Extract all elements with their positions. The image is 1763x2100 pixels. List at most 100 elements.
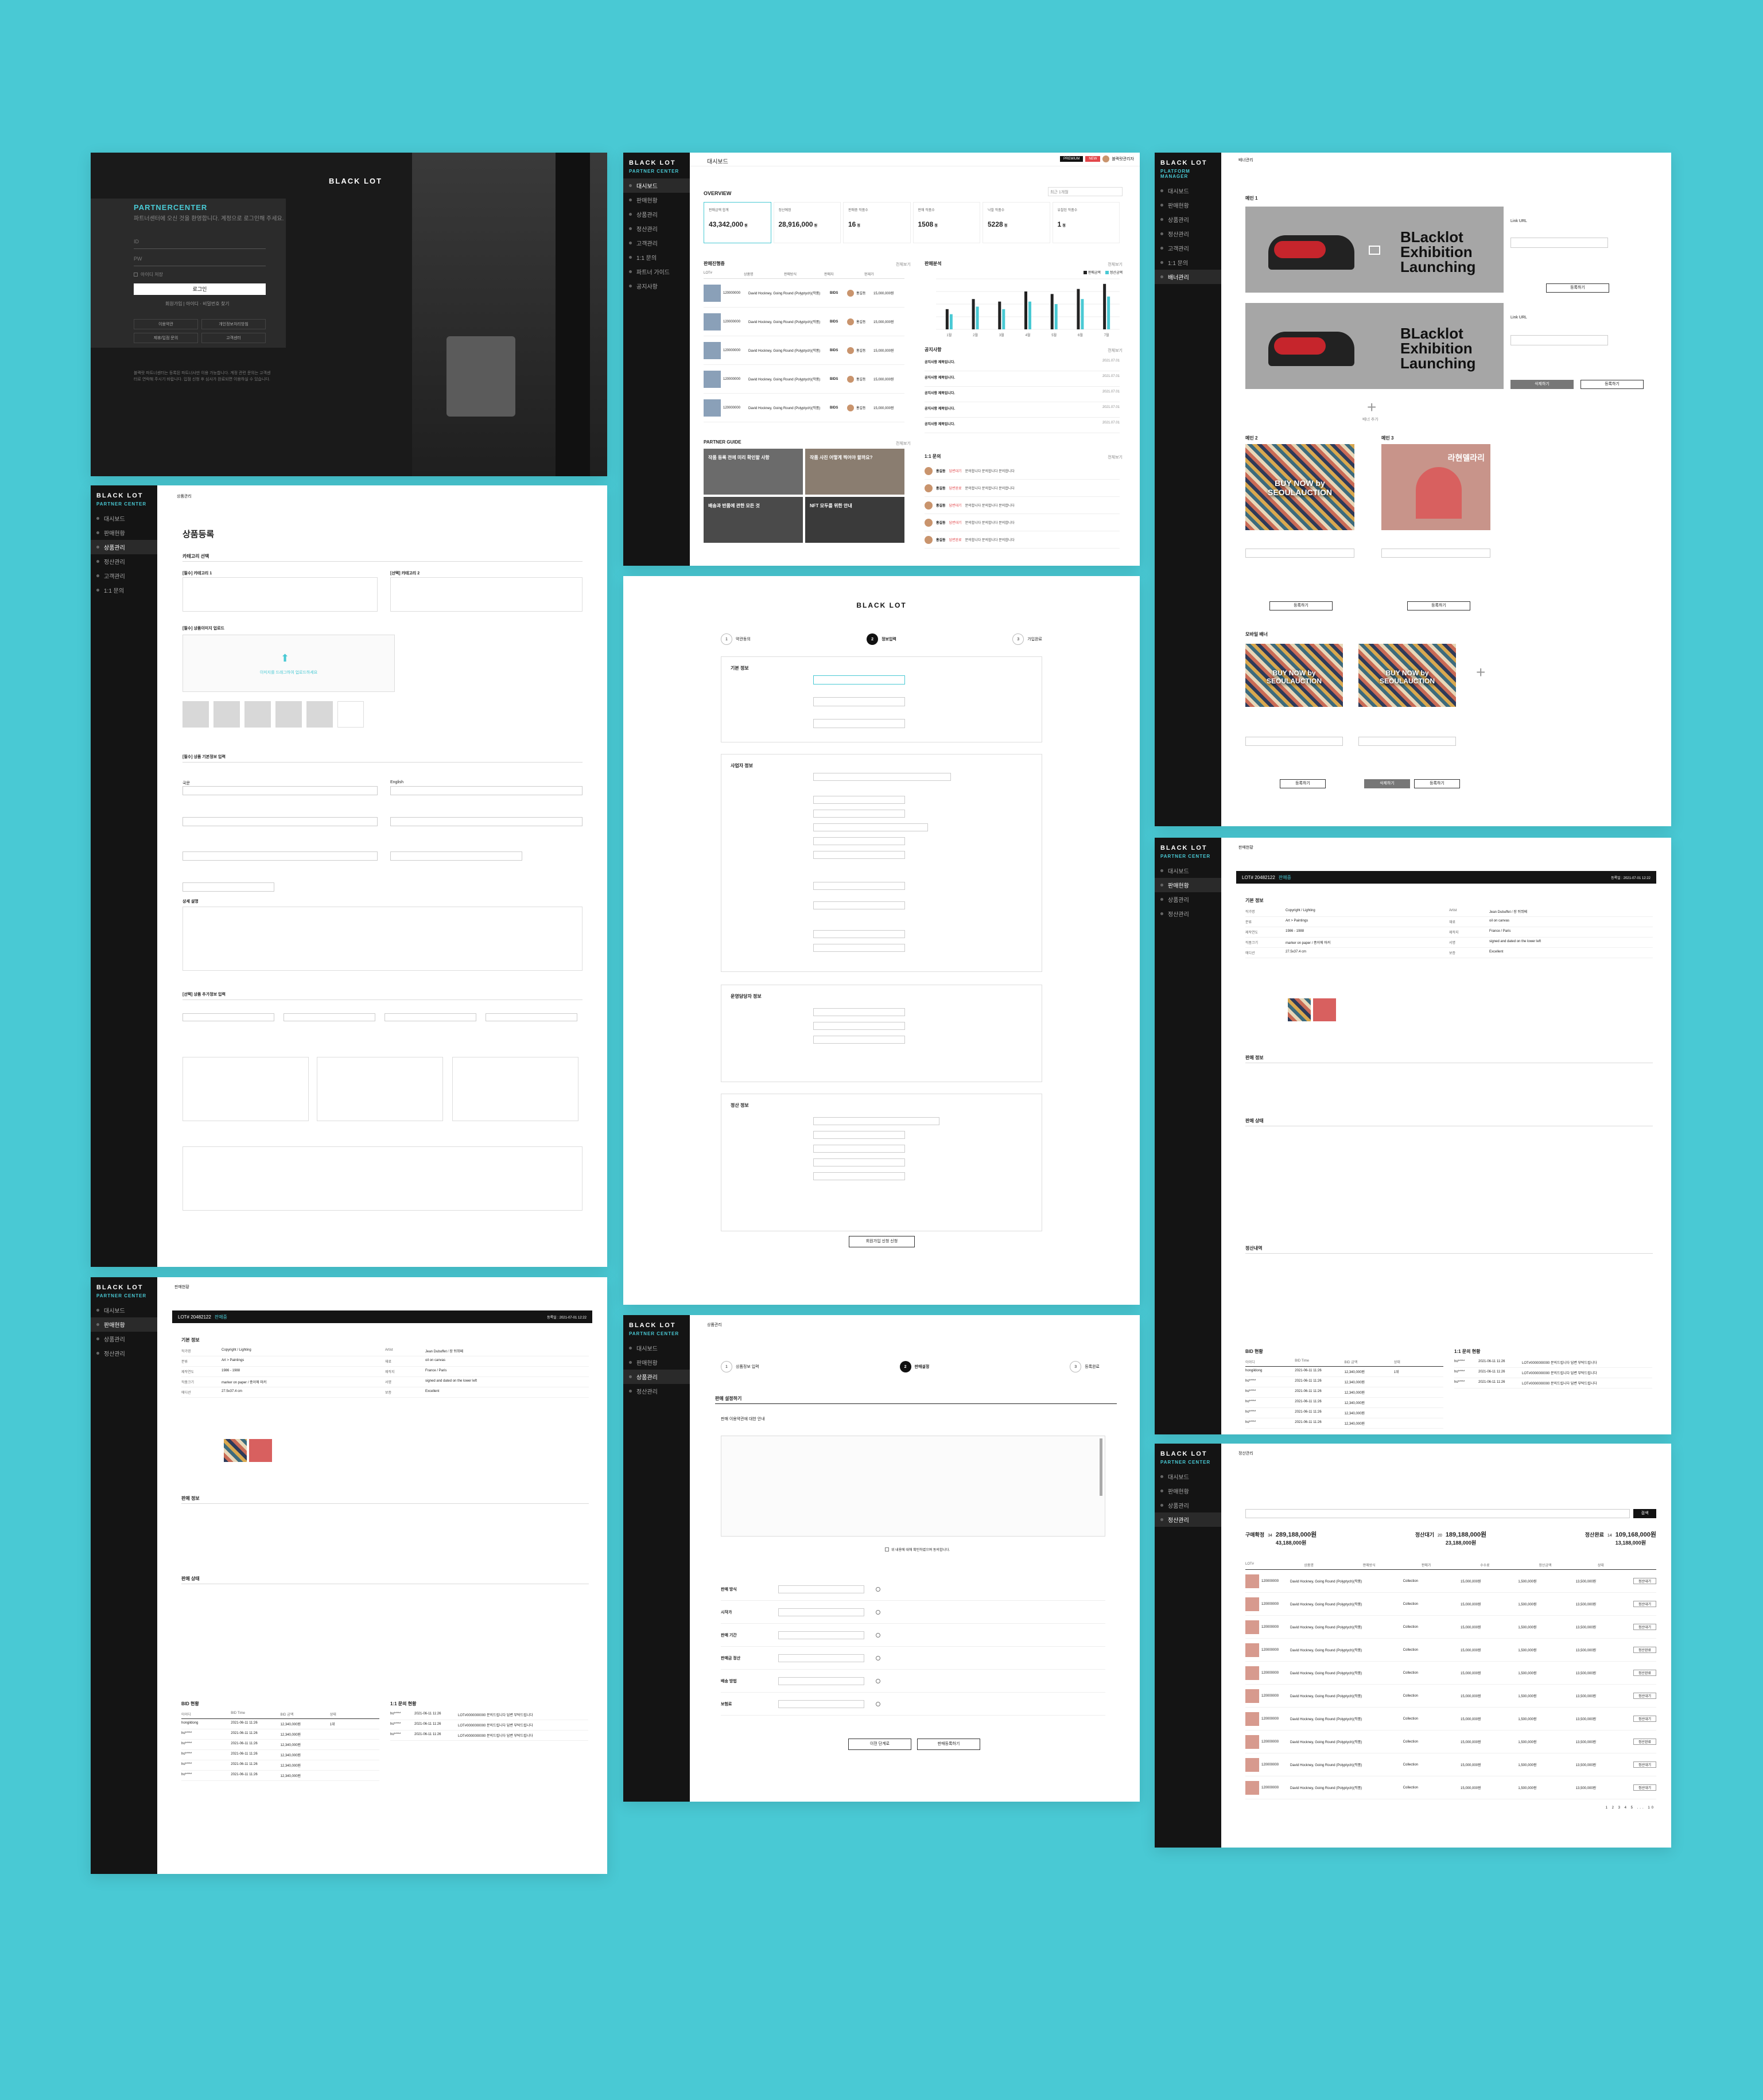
bar-sales[interactable] <box>1024 291 1027 329</box>
agree-row[interactable]: 위 내용에 대해 확인하였으며 동의합니다. <box>885 1547 950 1552</box>
settle-phone-input[interactable] <box>813 1158 905 1166</box>
settle-row[interactable]: 120000000 David Hockney, Going Round (Pol… <box>1245 1662 1656 1685</box>
sidebar-item-products[interactable]: 상품관리 <box>623 207 690 221</box>
signup-pw-confirm-input[interactable] <box>813 719 905 728</box>
manager-phone-input[interactable] <box>813 1022 905 1030</box>
sidebar-item-qna[interactable]: 1:1 문의 <box>623 250 690 265</box>
sidebar-item-settlement[interactable]: 정산관리 <box>91 1346 157 1360</box>
login-button[interactable]: 로그인 <box>134 283 266 295</box>
product-thumb[interactable] <box>244 701 271 728</box>
option-input[interactable] <box>778 1585 864 1593</box>
stat-card[interactable]: 판매중 작품수 16 점 <box>843 202 911 243</box>
add-thumb[interactable] <box>337 701 364 728</box>
qna-item[interactable]: 홍길동 답변대기 문의합니다 문의합니다 문의합니다 <box>925 514 1120 531</box>
manager-name-input[interactable] <box>813 1008 905 1016</box>
detail-textarea[interactable] <box>182 907 583 971</box>
date-range-select[interactable]: 최근 1개월 <box>1048 187 1123 196</box>
settle-row[interactable]: 120000000 David Hockney, Going Round (Pol… <box>1245 1730 1656 1753</box>
add-banner-icon[interactable]: + <box>1367 398 1376 417</box>
sidebar-item-sales[interactable]: 판매현황 <box>623 193 690 207</box>
sidebar-item-dashboard[interactable]: 대시보드 <box>1155 864 1221 878</box>
company-input[interactable] <box>813 796 905 804</box>
bar-sales[interactable] <box>1077 289 1080 329</box>
add-mobile-banner-icon[interactable]: + <box>1476 663 1485 682</box>
bar-sales[interactable] <box>945 309 949 329</box>
name-korean-input[interactable] <box>182 786 378 795</box>
extra-textarea[interactable] <box>182 1057 309 1121</box>
lot-image[interactable] <box>1288 998 1311 1021</box>
sidebar-item-qna[interactable]: 1:1 문의 <box>1155 255 1221 270</box>
mobile-link-input-2[interactable] <box>1358 737 1456 746</box>
save-banner-1[interactable]: 등록하기 <box>1546 283 1609 293</box>
link-url-input-1[interactable] <box>1510 238 1608 248</box>
address-detail-input[interactable] <box>813 882 905 890</box>
qna-row[interactable]: ho***** 2021-06-11 11:26 LOT#0000000000 문의… <box>1454 1378 1652 1389</box>
sidebar-item-dashboard[interactable]: 대시보드 <box>91 511 157 526</box>
extra-input[interactable] <box>385 1013 476 1021</box>
sidebar-item-settlement[interactable]: 정산관리 <box>1155 907 1221 921</box>
option-radio[interactable] <box>876 1632 880 1638</box>
bar-settle[interactable] <box>1028 301 1031 329</box>
login-menu-terms[interactable]: 이용약관 <box>134 319 198 329</box>
sidebar-item-products[interactable]: 상품관리 <box>1155 212 1221 227</box>
link-url-input-2[interactable] <box>1510 335 1608 345</box>
sidebar-item-sales[interactable]: 판매현황 <box>1155 1484 1221 1498</box>
sidebar-item-dashboard[interactable]: 대시보드 <box>91 1303 157 1317</box>
scrollbar[interactable] <box>1100 1438 1102 1496</box>
remember-row[interactable]: 아이디 저장 <box>134 271 163 278</box>
terms-box[interactable] <box>721 1436 1105 1537</box>
option-radio[interactable] <box>876 1609 880 1615</box>
settle-row[interactable]: 120000000 David Hockney, Going Round (Pol… <box>1245 1776 1656 1799</box>
guide-card[interactable]: 배송과 반품에 관한 모든 것 <box>704 497 803 543</box>
biz-email-input[interactable] <box>813 944 905 952</box>
sub2-link-input[interactable] <box>1245 549 1354 558</box>
save-sub3[interactable]: 등록하기 <box>1407 601 1470 610</box>
sidebar-item-settlement[interactable]: 정산관리 <box>1155 1512 1221 1527</box>
settle-row[interactable]: 120000000 David Hockney, Going Round (Pol… <box>1245 1685 1656 1708</box>
sidebar-item-products[interactable]: 상품관리 <box>91 1332 157 1346</box>
option-radio[interactable] <box>876 1655 880 1660</box>
select-input[interactable] <box>182 882 274 892</box>
artist-english-input[interactable] <box>390 817 583 826</box>
sidebar-item-dashboard[interactable]: 대시보드 <box>623 178 690 193</box>
settle-email-input[interactable] <box>813 1172 905 1180</box>
sidebar-item-guide[interactable]: 파트너 가이드 <box>623 265 690 279</box>
holder-input[interactable] <box>813 1145 905 1153</box>
sidebar-item-dashboard[interactable]: 대시보드 <box>1155 1469 1221 1484</box>
bar-settle[interactable] <box>1054 304 1058 329</box>
table-row[interactable]: 120000000 David Hockney, Going Round (Pol… <box>704 336 904 365</box>
stat-card[interactable]: 판매 작품수 1508 점 <box>912 202 980 243</box>
sidebar-item-dashboard[interactable]: 대시보드 <box>623 1341 690 1355</box>
product-thumb[interactable] <box>275 701 302 728</box>
sidebar-item-notice[interactable]: 공지사항 <box>623 279 690 293</box>
sidebar-item-settlement[interactable]: 정산관리 <box>1155 227 1221 241</box>
qna-more-link[interactable]: 전체보기 <box>1108 454 1123 460</box>
sidebar-item-settlement[interactable]: 정산관리 <box>91 554 157 569</box>
email-input[interactable] <box>813 837 905 845</box>
login-links[interactable]: 회원가입 | 아이디 · 비밀번호 찾기 <box>165 301 230 307</box>
account-input[interactable] <box>813 1131 905 1139</box>
option-radio[interactable] <box>876 1701 880 1706</box>
notice-item[interactable]: 공지사항 제목입니다. 2021.07.01 <box>925 371 1120 387</box>
notice-more-link[interactable]: 전체보기 <box>1108 348 1123 353</box>
sidebar-item-products[interactable]: 상품관리 <box>623 1370 690 1384</box>
signup-id-input[interactable] <box>813 675 905 685</box>
artist-korean-input[interactable] <box>182 817 378 826</box>
qna-row[interactable]: ho***** 2021-06-11 11:26 LOT#0000000000 문의… <box>1454 1358 1652 1368</box>
sidebar-item-products[interactable]: 상품관리 <box>1155 892 1221 907</box>
bar-settle[interactable] <box>1107 296 1110 329</box>
stat-card[interactable]: 판매금액 합계 43,342,000 원 <box>704 202 771 243</box>
guide-card[interactable]: 작품 사진 어떻게 찍어야 할까요? <box>805 449 904 495</box>
sidebar-item-settlement[interactable]: 정산관리 <box>623 1384 690 1398</box>
bar-sales[interactable] <box>972 299 975 329</box>
qna-item[interactable]: 홍길동 답변완료 문의합니다 문의합니다 문의합니다 <box>925 531 1120 549</box>
lot-image[interactable] <box>249 1439 272 1462</box>
stat-card[interactable]: 낙찰 작품수 5228 점 <box>983 202 1050 243</box>
sidebar-item-sales[interactable]: 판매현황 <box>91 526 157 540</box>
notice-item[interactable]: 공지사항 제목입니다. 2021.07.01 <box>925 402 1120 418</box>
login-menu-privacy[interactable]: 개인정보처리방침 <box>201 319 266 329</box>
lot-image[interactable] <box>1313 998 1336 1021</box>
agree-checkbox[interactable] <box>885 1547 889 1551</box>
phone-input[interactable] <box>813 823 928 831</box>
pagination[interactable]: 1 2 3 4 5 ... 10 <box>1606 1806 1655 1810</box>
